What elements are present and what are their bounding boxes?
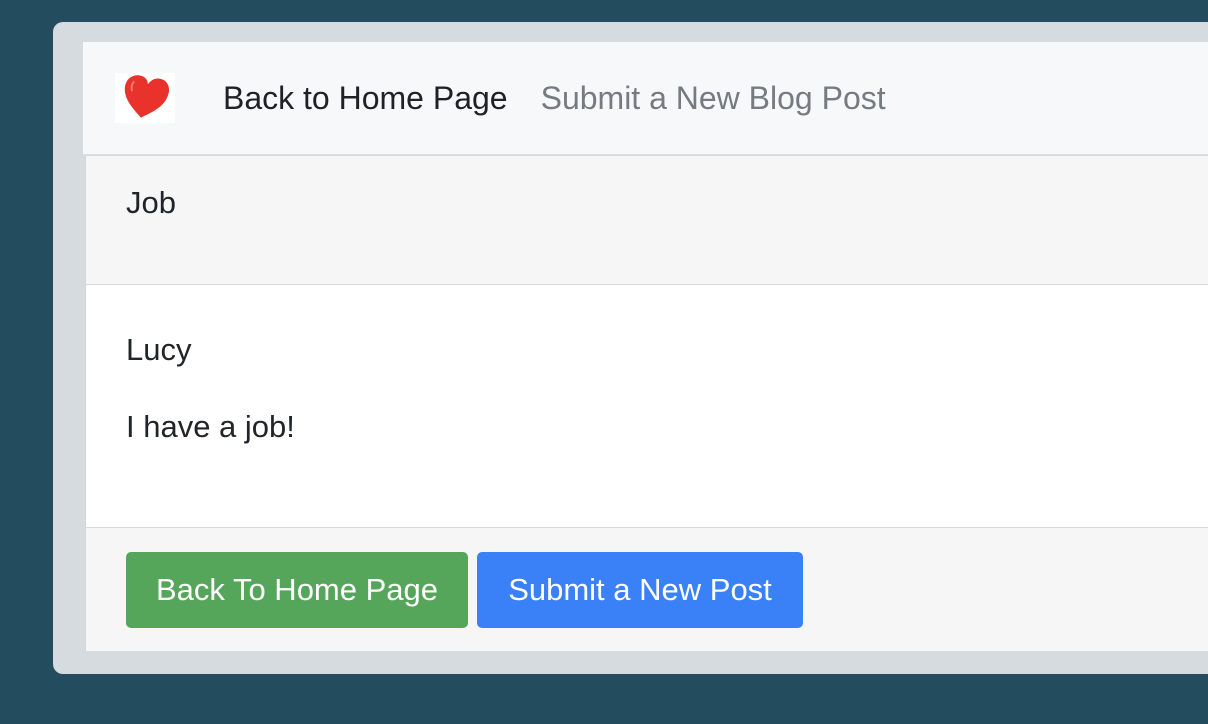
nav-link-home[interactable]: Back to Home Page (223, 82, 508, 114)
navbar: Back to Home Page Submit a New Blog Post (83, 42, 1208, 155)
card-header: Job (86, 156, 1208, 285)
back-to-home-button[interactable]: Back To Home Page (126, 552, 468, 628)
brand-logo[interactable] (115, 73, 175, 123)
submit-new-post-button[interactable]: Submit a New Post (477, 552, 803, 628)
post-title: Job (126, 185, 176, 220)
card-body: Lucy I have a job! (86, 285, 1208, 527)
post-content: I have a job! (126, 409, 295, 444)
post-card: Job Lucy I have a job! Back To Home Page… (85, 156, 1208, 651)
post-author: Lucy (126, 332, 192, 367)
card-footer: Back To Home Page Submit a New Post (86, 527, 1208, 651)
heart-icon (124, 75, 170, 118)
nav-link-submit-post[interactable]: Submit a New Blog Post (541, 82, 886, 114)
